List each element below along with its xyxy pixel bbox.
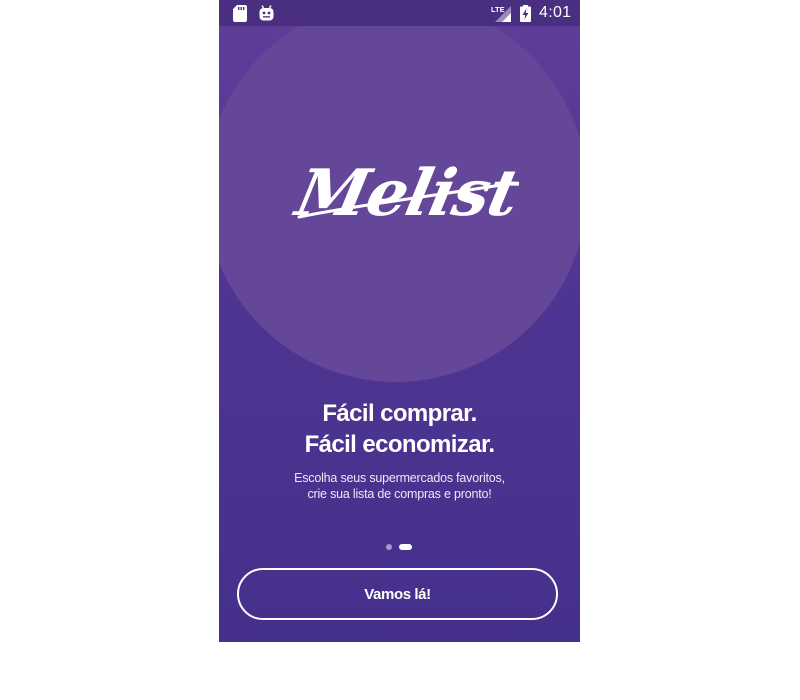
svg-text:Melist: Melist — [289, 156, 519, 231]
sd-card-icon — [233, 5, 247, 27]
page-dot-inactive[interactable] — [386, 544, 392, 550]
android-debug-icon — [259, 5, 274, 26]
subtitle-line-1: Escolha seus supermercados favoritos, — [294, 471, 505, 485]
subtitle-line-2: crie sua lista de compras e pronto! — [307, 487, 492, 501]
status-time: 4:01 — [539, 4, 572, 21]
svg-text:LTE: LTE — [491, 5, 505, 14]
melist-logo: Melist — [289, 145, 519, 235]
phone-screen: LTE 4:01 Melist Fácil comprar. Fácil eco… — [219, 0, 580, 642]
headline-line-2: Fácil economizar. — [304, 431, 495, 458]
status-bar: LTE 4:01 — [219, 0, 580, 26]
lte-signal-icon: LTE — [491, 4, 511, 22]
headline-line-1: Fácil comprar. — [322, 400, 477, 427]
vamos-la-button[interactable]: Vamos lá! — [237, 568, 558, 620]
battery-charging-icon — [520, 5, 531, 27]
page-dot-active[interactable] — [399, 544, 412, 550]
